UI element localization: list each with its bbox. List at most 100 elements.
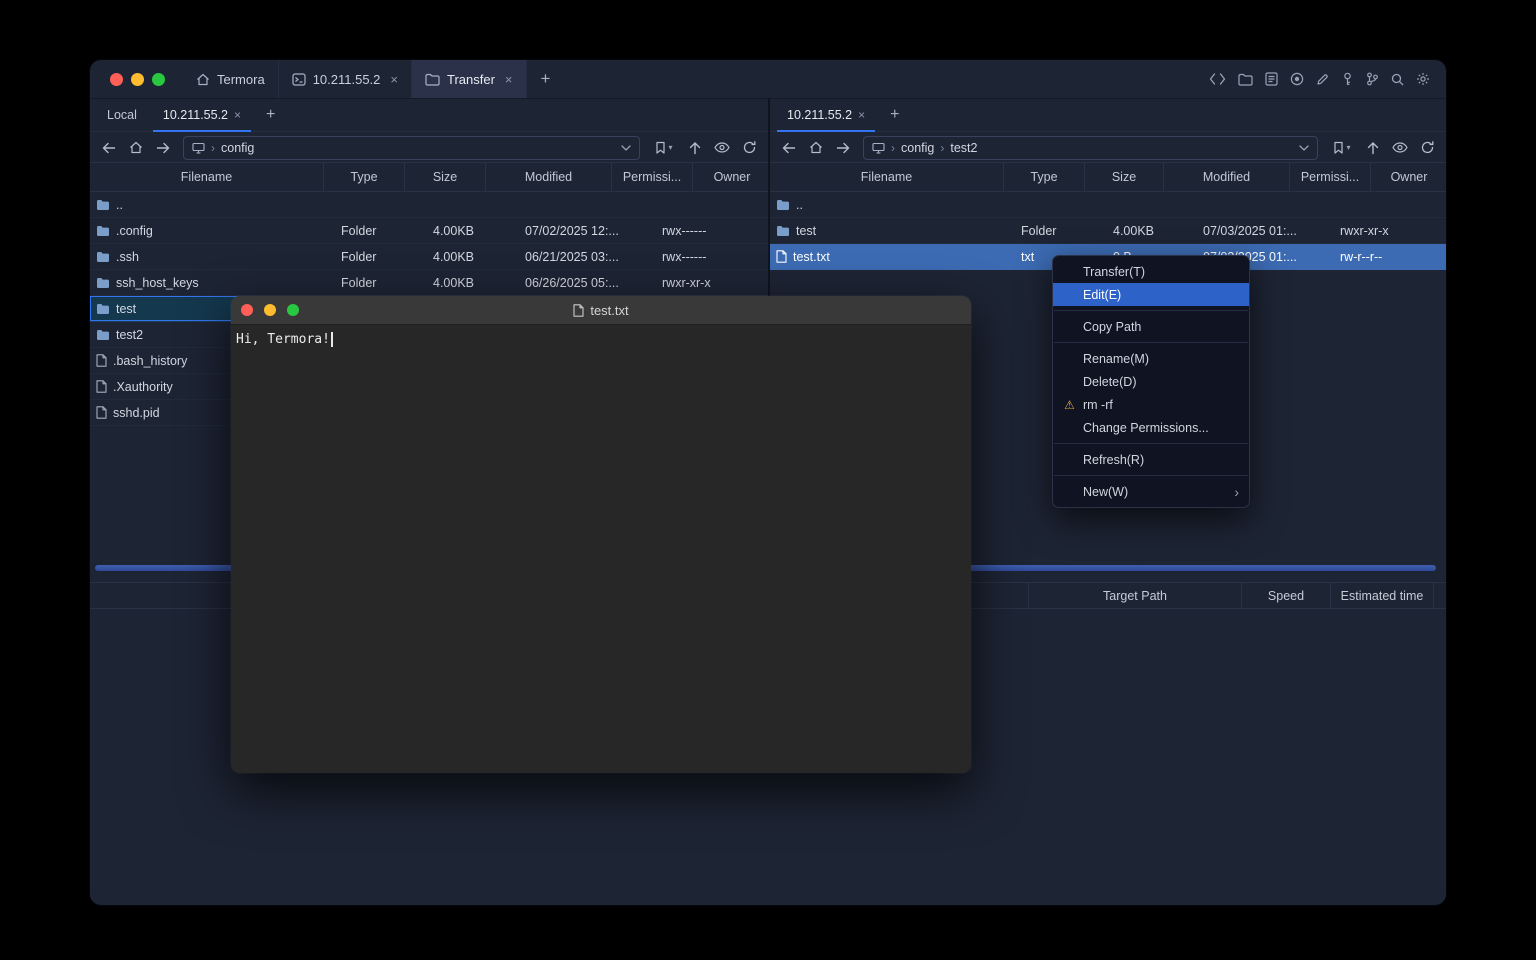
cell-modified: 06/26/2025 05:... <box>519 270 656 295</box>
column-header-type[interactable]: Type <box>324 163 405 191</box>
chevron-right-icon: › <box>940 141 944 155</box>
pane-tab-label: 10.211.55.2 <box>787 108 852 122</box>
column-header-filename[interactable]: Filename <box>770 163 1004 191</box>
pane-tab-10-211-55-2[interactable]: 10.211.55.2× <box>150 98 254 131</box>
new-tab-button[interactable]: + <box>527 60 565 98</box>
column-header-permissi[interactable]: Permissi... <box>612 163 693 191</box>
menu-item-delete-d[interactable]: Delete(D) <box>1053 370 1249 393</box>
chevron-right-icon: › <box>211 141 215 155</box>
column-header-modified[interactable]: Modified <box>486 163 612 191</box>
menu-item-change-permissions[interactable]: Change Permissions... <box>1053 416 1249 439</box>
back-icon[interactable] <box>99 137 119 159</box>
file-row-config[interactable]: .configFolder4.00KB07/02/2025 12:...rwx-… <box>90 218 768 244</box>
path-segment-config[interactable]: config <box>901 141 934 155</box>
column-header-filename[interactable]: Filename <box>90 163 324 191</box>
back-icon[interactable] <box>779 137 799 159</box>
search-icon[interactable] <box>1391 73 1404 86</box>
close-icon[interactable]: × <box>390 72 398 87</box>
close-icon[interactable]: × <box>858 108 865 122</box>
pane-tab-10-211-55-2[interactable]: 10.211.55.2 × <box>774 98 878 131</box>
column-header-modified[interactable]: Modified <box>1164 163 1290 191</box>
code-icon[interactable] <box>1209 73 1226 85</box>
menu-item-refresh-r[interactable]: Refresh(R) <box>1053 448 1249 471</box>
transfer-column-estimated-time[interactable]: Estimated time <box>1331 583 1434 608</box>
chevron-right-icon: › <box>891 141 895 155</box>
branch-icon[interactable] <box>1366 72 1379 86</box>
file-row-ssh[interactable]: .sshFolder4.00KB06/21/2025 03:...rwx----… <box>90 244 768 270</box>
column-header-permissi[interactable]: Permissi... <box>1290 163 1371 191</box>
cell-permissions: rwx------ <box>656 244 748 269</box>
cell-permissions: rwxr-xr-x <box>656 270 748 295</box>
menu-item-rename-m[interactable]: Rename(M) <box>1053 347 1249 370</box>
file-row-ssh-host-keys[interactable]: ssh_host_keysFolder4.00KB06/26/2025 05:.… <box>90 270 768 296</box>
app-logo-icon <box>196 73 210 86</box>
path-breadcrumb[interactable]: › config › test2 <box>863 136 1318 160</box>
column-header-size[interactable]: Size <box>405 163 486 191</box>
record-icon[interactable] <box>1290 72 1304 86</box>
warning-icon: ⚠ <box>1062 399 1077 411</box>
menu-item-edit-e[interactable]: Edit(E) <box>1053 283 1249 306</box>
editor-content[interactable]: Hi, Termora! <box>231 325 971 354</box>
cell-permissions <box>656 192 748 217</box>
menu-item-label: New(W) <box>1083 485 1128 499</box>
menu-item-new-w[interactable]: New(W)› <box>1053 480 1249 503</box>
menu-item-rm-rf[interactable]: ⚠ rm -rf <box>1053 393 1249 416</box>
home-icon[interactable] <box>126 137 146 159</box>
editor-titlebar[interactable]: test.txt <box>231 296 971 325</box>
path-segment-config[interactable]: config <box>221 141 254 155</box>
pane-tab-local[interactable]: Local <box>94 98 150 131</box>
menu-item-label: Delete(D) <box>1083 375 1137 389</box>
file-row-parent-dir[interactable]: .. <box>90 192 768 218</box>
chevron-down-icon[interactable] <box>1299 145 1309 151</box>
transfer-column-target-path[interactable]: Target Path <box>1029 583 1242 608</box>
column-header-owner[interactable]: Owner <box>1371 163 1446 191</box>
minimize-window-button[interactable] <box>131 73 144 86</box>
folder-icon <box>96 199 110 211</box>
new-tab-button[interactable]: + <box>878 98 911 131</box>
forward-icon[interactable] <box>153 137 173 159</box>
pencil-icon[interactable] <box>1316 73 1329 86</box>
file-row-parent-dir[interactable]: .. <box>770 192 1446 218</box>
file-icon <box>96 380 107 393</box>
refresh-icon[interactable] <box>739 137 759 159</box>
close-icon[interactable]: × <box>234 108 241 122</box>
folder-icon[interactable] <box>1238 73 1253 86</box>
upload-icon[interactable] <box>685 137 705 159</box>
editor-text: Hi, Termora! <box>236 332 330 347</box>
cell-filename: test <box>770 218 1015 243</box>
column-header-owner[interactable]: Owner <box>693 163 768 191</box>
upload-icon[interactable] <box>1363 137 1383 159</box>
column-header-size[interactable]: Size <box>1085 163 1164 191</box>
menu-item-label: rm -rf <box>1083 398 1113 412</box>
file-icon <box>96 354 107 367</box>
eye-icon[interactable] <box>712 137 732 159</box>
gear-icon[interactable] <box>1416 72 1430 86</box>
forward-icon[interactable] <box>833 137 853 159</box>
key-icon[interactable] <box>1341 72 1354 86</box>
tab-termora[interactable]: Termora <box>183 60 278 98</box>
traffic-lights <box>90 60 183 98</box>
close-window-button[interactable] <box>110 73 123 86</box>
path-breadcrumb[interactable]: › config <box>183 136 640 160</box>
tab-host-label: 10.211.55.2 <box>313 72 381 87</box>
bookmark-icon[interactable]: ▾ <box>650 137 678 159</box>
chevron-down-icon[interactable] <box>621 145 631 151</box>
list-icon[interactable] <box>1265 72 1278 86</box>
tab-transfer[interactable]: Transfer × <box>411 60 527 98</box>
close-icon[interactable]: × <box>505 72 513 87</box>
menu-item-transfer-t[interactable]: Transfer(T) <box>1053 260 1249 283</box>
cell-owner <box>1426 244 1446 269</box>
bookmark-icon[interactable]: ▾ <box>1328 137 1356 159</box>
column-header-type[interactable]: Type <box>1004 163 1085 191</box>
eye-icon[interactable] <box>1390 137 1410 159</box>
tab-host[interactable]: 10.211.55.2 × <box>278 60 411 98</box>
zoom-window-button[interactable] <box>152 73 165 86</box>
file-row-test[interactable]: testFolder4.00KB07/03/2025 01:...rwxr-xr… <box>770 218 1446 244</box>
path-segment-test2[interactable]: test2 <box>950 141 977 155</box>
transfer-column-speed[interactable]: Speed <box>1242 583 1331 608</box>
home-icon[interactable] <box>806 137 826 159</box>
menu-item-copy-path[interactable]: Copy Path <box>1053 315 1249 338</box>
cell-modified <box>1197 192 1334 217</box>
refresh-icon[interactable] <box>1417 137 1437 159</box>
new-tab-button[interactable]: + <box>254 98 287 131</box>
